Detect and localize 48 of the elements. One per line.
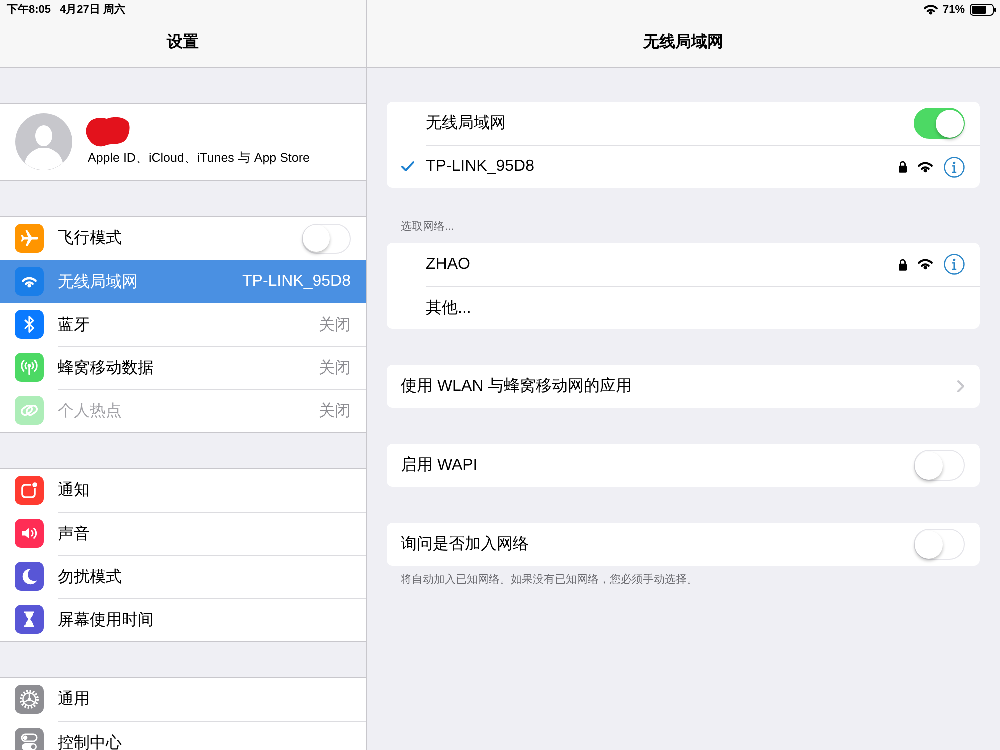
sidebar-item[interactable]: 蓝牙 关闭 xyxy=(0,303,366,346)
airplane-icon xyxy=(15,224,44,253)
wifi-icon xyxy=(15,267,44,296)
profile-item[interactable]: Apple ID、iCloud、iTunes 与 App Store xyxy=(0,103,366,181)
status-date: 4月27日 周六 xyxy=(60,4,126,16)
speaker-icon xyxy=(15,519,44,548)
antenna-icon xyxy=(15,353,44,382)
row-value: TP-LINK_95D8 xyxy=(242,273,351,291)
section-footer: 将自动加入已知网络。如果没有已知网络，您必须手动选择。 xyxy=(401,573,980,587)
info-icon[interactable] xyxy=(944,156,965,178)
wifi-icon xyxy=(918,162,933,172)
notification-icon xyxy=(15,476,44,505)
setting-label: 询问是否加入网络 xyxy=(401,534,529,555)
bluetooth-icon xyxy=(15,310,44,339)
sidebar-item[interactable]: 控制中心 xyxy=(0,721,366,750)
section-header: 选取网络... xyxy=(401,220,456,234)
row-value: 关闭 xyxy=(319,402,351,422)
info-icon[interactable] xyxy=(944,254,965,275)
setting-label: 无线局域网 xyxy=(426,114,506,134)
other-network-item[interactable]: 其他... xyxy=(426,298,472,318)
battery-icon xyxy=(970,4,997,16)
nav-title: 无线局域网 xyxy=(644,33,724,53)
chevron-icon xyxy=(957,380,965,393)
sidebar-item[interactable]: 蜂窝移动数据 关闭 xyxy=(0,346,366,389)
battery-percentage: 71% xyxy=(942,4,965,16)
setting-label: 启用 WAPI xyxy=(401,456,478,476)
nav-title: 设置 xyxy=(167,33,199,53)
network-name[interactable]: TP-LINK_95D8 xyxy=(426,158,534,176)
hourglass-icon xyxy=(15,605,44,634)
row-value: 关闭 xyxy=(319,316,351,336)
network-name[interactable]: ZHAO xyxy=(426,256,470,274)
wifi-icon xyxy=(924,5,938,15)
toggle-switch[interactable] xyxy=(914,108,965,139)
avatar-icon xyxy=(15,113,73,171)
chain-link-icon xyxy=(15,396,44,425)
switches-icon xyxy=(15,728,44,750)
wifi-icon xyxy=(918,259,933,270)
menu-item[interactable]: 使用 WLAN 与蜂窝移动网的应用 xyxy=(387,365,980,408)
row-value: 关闭 xyxy=(319,358,351,378)
sidebar-item[interactable]: 飞行模式 xyxy=(0,217,366,260)
sidebar-item[interactable]: 声音 xyxy=(0,512,366,555)
sidebar-item[interactable]: 通知 xyxy=(0,469,366,512)
sidebar-item[interactable]: 屏幕使用时间 xyxy=(0,598,366,641)
moon-icon xyxy=(15,562,44,591)
sidebar-item[interactable]: 通用 xyxy=(0,678,366,721)
sidebar-item[interactable]: 勿扰模式 xyxy=(0,555,366,598)
status-time: 下午8:05 xyxy=(7,4,52,16)
gear-icon xyxy=(15,685,44,714)
